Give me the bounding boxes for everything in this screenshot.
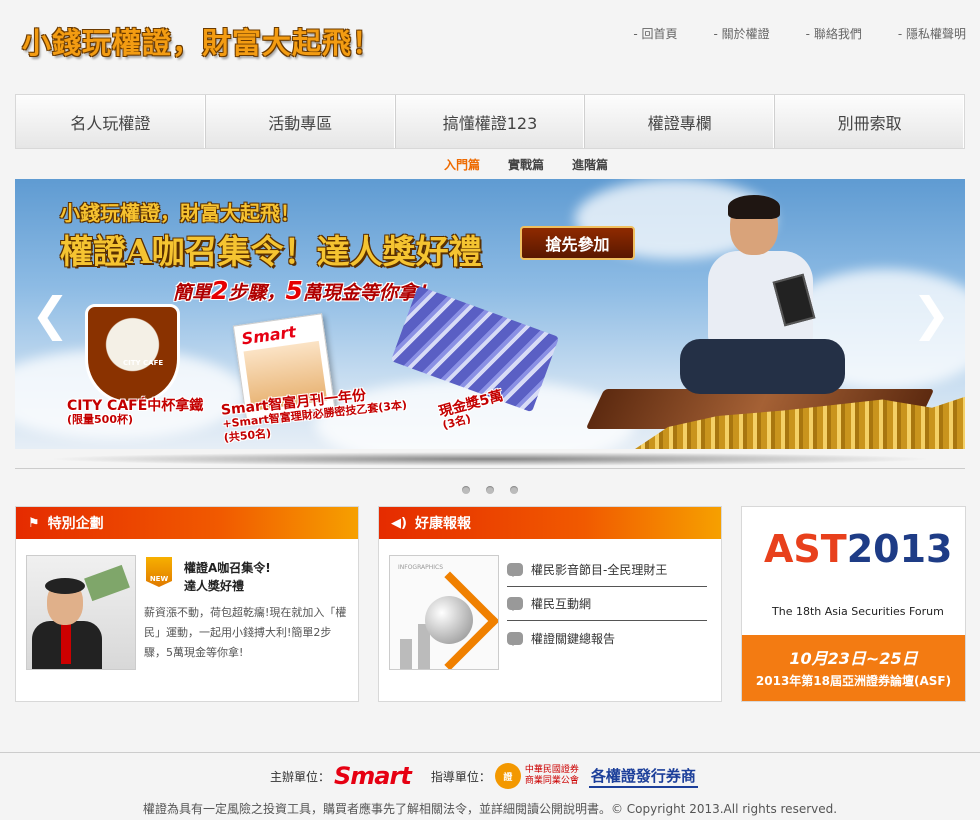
special-heading: 特別企劃	[47, 516, 104, 532]
guide-label: 指導單位：	[430, 769, 491, 784]
special-title[interactable]: 權證A咖召集令! 達人獎好禮	[184, 559, 271, 595]
special-title-line2: 達人獎好禮	[184, 579, 245, 593]
securities-association-logo[interactable]: 證 中華民國證券 商業同業公會	[494, 763, 579, 789]
association-name: 中華民國證券 商業同業公會	[525, 765, 579, 787]
news-item-label: 權證關鍵總報告	[531, 631, 616, 646]
nav-booklet[interactable]: 別冊索取	[775, 95, 964, 148]
prev-slide-arrow-icon[interactable]: ❮	[31, 289, 70, 339]
news-item-report[interactable]: 權證關鍵總報告	[507, 621, 707, 655]
news-heading: 好康報報	[414, 516, 471, 532]
asf-date-band: 10月23日~25日 2013年第18屆亞洲證券論壇(ASF)	[742, 635, 965, 701]
special-title-line1: 權證A咖召集令!	[184, 561, 271, 575]
join-now-button[interactable]: 搶先參加	[520, 226, 635, 260]
divider	[15, 468, 965, 469]
news-item-label: 權民互動網	[531, 597, 592, 611]
new-badge: NEW	[146, 557, 172, 587]
speech-bubble-icon	[507, 563, 523, 577]
hair-image	[45, 578, 85, 594]
special-panel-header: ⚑ 特別企劃	[16, 507, 358, 539]
businessman-image	[680, 195, 845, 414]
speaker-icon: ◀)	[391, 515, 407, 531]
site-logo[interactable]: 小錢玩權證，財富大起飛！	[22, 20, 382, 62]
association-line2: 商業同業公會	[524, 776, 579, 786]
subnav-beginner[interactable]: 入門篇	[444, 156, 480, 173]
speech-bubble-icon	[507, 597, 523, 611]
flag-icon: ⚑	[28, 515, 40, 531]
footer-divider	[0, 752, 980, 753]
speech-bubble-icon	[507, 631, 523, 646]
news-item-label: 權民影音節目-全民理財王	[531, 563, 668, 577]
copyright: 權證為具有一定風險之投資工具，購買者應事先了解相關法令，並詳細閱讀公開說明書。©…	[142, 802, 838, 816]
link-privacy[interactable]: 隱私權聲明	[898, 25, 966, 42]
banner-title-big: 權證A咖召集令！達人獎好禮	[60, 232, 482, 271]
asf-logo-letters: AS	[764, 527, 821, 571]
banner-shadow	[45, 452, 935, 466]
asf-logo-letters: T	[820, 527, 847, 571]
banner-steps: 簡單2步驟，5萬現金等你拿！	[173, 276, 436, 305]
prize-coffee-title: CITY CAFÉ中杯拿鐵	[67, 398, 204, 414]
infographic-label: INFOGRAPHICS	[398, 564, 444, 571]
steps-number: 2	[211, 276, 229, 305]
news-item-show[interactable]: 權民影音節目-全民理財王	[507, 553, 707, 587]
infographic-thumbnail[interactable]: INFOGRAPHICS	[389, 555, 499, 670]
asf-subtitle: The 18th Asia Securities Forum	[772, 605, 944, 618]
steps-number: 5	[285, 276, 303, 305]
smart-logo[interactable]: Smart	[334, 762, 412, 790]
nav-learn[interactable]: 搞懂權證123	[396, 95, 586, 148]
news-panel-header: ◀) 好康報報	[379, 507, 721, 539]
asf-date: 10月23日~25日	[789, 649, 918, 668]
special-panel: ⚑ 特別企劃 NEW 權證A咖召集令! 達人獎好禮 薪資漲不動，荷包超乾癟!現在…	[15, 506, 359, 702]
prize-coffee: CITY CAFÉ中杯拿鐵 (限量500杯)	[67, 399, 203, 427]
special-description: 薪資漲不動，荷包超乾癟!現在就加入「權民」運動，一起用小錢搏大利!簡單2步驟，5…	[144, 606, 347, 659]
slide-dot-2[interactable]	[486, 486, 494, 494]
sponsors: 主辦單位： Smart 指導單位： 證 中華民國證券 商業同業公會 各權證發行券…	[270, 762, 698, 790]
host-label: 主辦單位：	[270, 769, 331, 784]
subnav-advanced[interactable]: 進階篇	[572, 156, 608, 173]
news-panel: ◀) 好康報報 INFOGRAPHICS 權民影音節目-全民理財王 權民互動網 …	[378, 506, 722, 702]
person-hair	[728, 195, 780, 219]
cash-image	[84, 564, 130, 602]
globe-graphic	[425, 596, 473, 644]
slide-dot-3[interactable]	[510, 486, 518, 494]
next-slide-arrow-icon[interactable]: ❯	[912, 289, 951, 339]
sub-nav: 入門篇 實戰篇 進階篇	[444, 156, 608, 173]
top-links: 回首頁 關於權證 聯絡我們 隱私權聲明	[597, 25, 966, 42]
association-emblem-icon: 證	[494, 763, 521, 789]
chart-bar	[400, 639, 412, 669]
news-list: 權民影音節目-全民理財王 權民互動網 權證關鍵總報告	[507, 553, 707, 655]
coffee-cup-image: CITY CAFE	[85, 304, 180, 404]
steps-text: 步驟，	[228, 282, 286, 304]
slide-dot-1[interactable]	[462, 486, 470, 494]
news-item-interactive[interactable]: 權民互動網	[507, 587, 707, 621]
nav-column[interactable]: 權證專欄	[585, 95, 776, 148]
link-contact[interactable]: 聯絡我們	[806, 25, 862, 42]
main-nav: 名人玩權證 活動專區 搞懂權證123 權證專欄 別冊索取	[15, 94, 965, 149]
association-line1: 中華民國證券	[524, 765, 579, 775]
asf-logo: AST2013	[764, 527, 952, 571]
nav-celebrity[interactable]: 名人玩權證	[16, 95, 206, 148]
hero-banner[interactable]: 小錢玩權證，財富大起飛！ 權證A咖召集令！達人獎好禮 搶先參加 簡單2步驟，5萬…	[15, 179, 965, 449]
banner-title-small: 小錢玩權證，財富大起飛！	[60, 201, 300, 225]
special-thumbnail[interactable]	[26, 555, 136, 670]
issuers-link[interactable]: 各權證發行券商	[588, 765, 698, 788]
subnav-practice[interactable]: 實戰篇	[508, 156, 544, 173]
asf-banner[interactable]: AST2013 The 18th Asia Securities Forum 1…	[741, 506, 966, 702]
link-about[interactable]: 關於權證	[713, 25, 770, 42]
person-legs	[680, 339, 845, 394]
tie-image	[61, 624, 71, 664]
slide-indicators	[462, 486, 518, 494]
asf-name: 2013年第18屆亞洲證券論壇(ASF)	[755, 674, 952, 688]
asf-logo-year: 2013	[846, 527, 953, 571]
steps-text: 簡單	[173, 282, 212, 304]
nav-events[interactable]: 活動專區	[206, 95, 396, 148]
cup-logo: CITY CAFE	[123, 359, 164, 367]
prize-coffee-qty: (限量500杯)	[67, 413, 134, 426]
link-home[interactable]: 回首頁	[633, 25, 677, 42]
